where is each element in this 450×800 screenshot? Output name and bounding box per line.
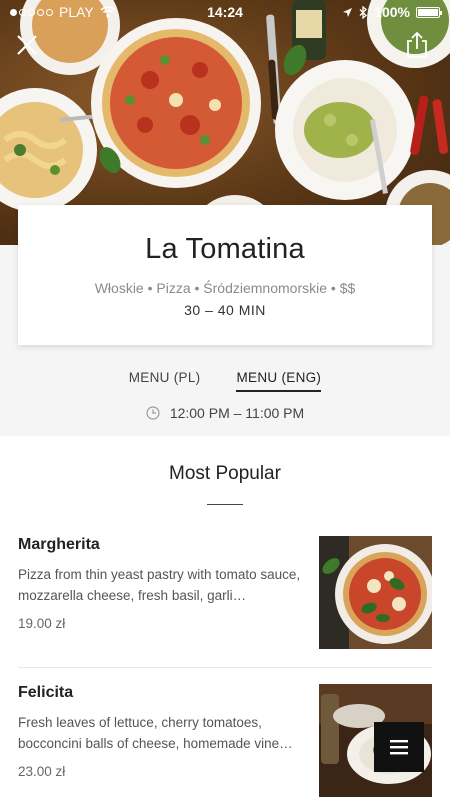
battery-icon bbox=[416, 6, 442, 18]
status-bar: PLAY 14:24 100% bbox=[0, 0, 450, 24]
carrier-label: PLAY bbox=[59, 4, 94, 20]
restaurant-categories: Włoskie • Pizza • Śródziemnomorskie • $$ bbox=[94, 280, 356, 296]
location-arrow-icon bbox=[343, 7, 353, 17]
close-icon bbox=[17, 35, 37, 55]
opening-hours: 12:00 PM – 11:00 PM bbox=[0, 405, 450, 421]
opening-hours-text: 12:00 PM – 11:00 PM bbox=[169, 405, 305, 421]
clock-icon bbox=[146, 406, 160, 420]
item-divider bbox=[18, 667, 432, 668]
delivery-time: 30 – 40 MIN bbox=[184, 302, 266, 318]
menu-item-description: Pizza from thin yeast pastry with tomato… bbox=[18, 567, 301, 603]
menu-item-description: Fresh leaves of lettuce, cherry tomatoes… bbox=[18, 715, 293, 751]
menu-language-tabs: MENU (PL) MENU (ENG) bbox=[0, 370, 450, 392]
signal-strength bbox=[10, 8, 53, 16]
share-icon bbox=[407, 31, 427, 58]
menu-item-image bbox=[319, 536, 432, 649]
menu-item-felicita[interactable]: Felicita Fresh leaves of lettuce, cherry… bbox=[18, 684, 432, 799]
share-button[interactable] bbox=[402, 30, 432, 60]
wifi-icon bbox=[100, 6, 116, 18]
tab-menu-pl[interactable]: MENU (PL) bbox=[129, 370, 201, 392]
tab-menu-eng[interactable]: MENU (ENG) bbox=[236, 370, 322, 392]
restaurant-info-card: La Tomatina Włoskie • Pizza • Śródziemno… bbox=[18, 205, 432, 345]
battery-percent: 100% bbox=[374, 4, 410, 20]
close-button[interactable] bbox=[12, 30, 42, 60]
menu-button[interactable] bbox=[374, 722, 424, 772]
section-divider bbox=[207, 504, 243, 505]
section-title: Most Popular bbox=[169, 463, 281, 484]
menu-icon bbox=[390, 740, 408, 755]
bluetooth-icon bbox=[359, 5, 368, 19]
menu-item-margherita[interactable]: Margherita Pizza from thin yeast pastry … bbox=[18, 536, 432, 651]
restaurant-name: La Tomatina bbox=[145, 233, 305, 265]
